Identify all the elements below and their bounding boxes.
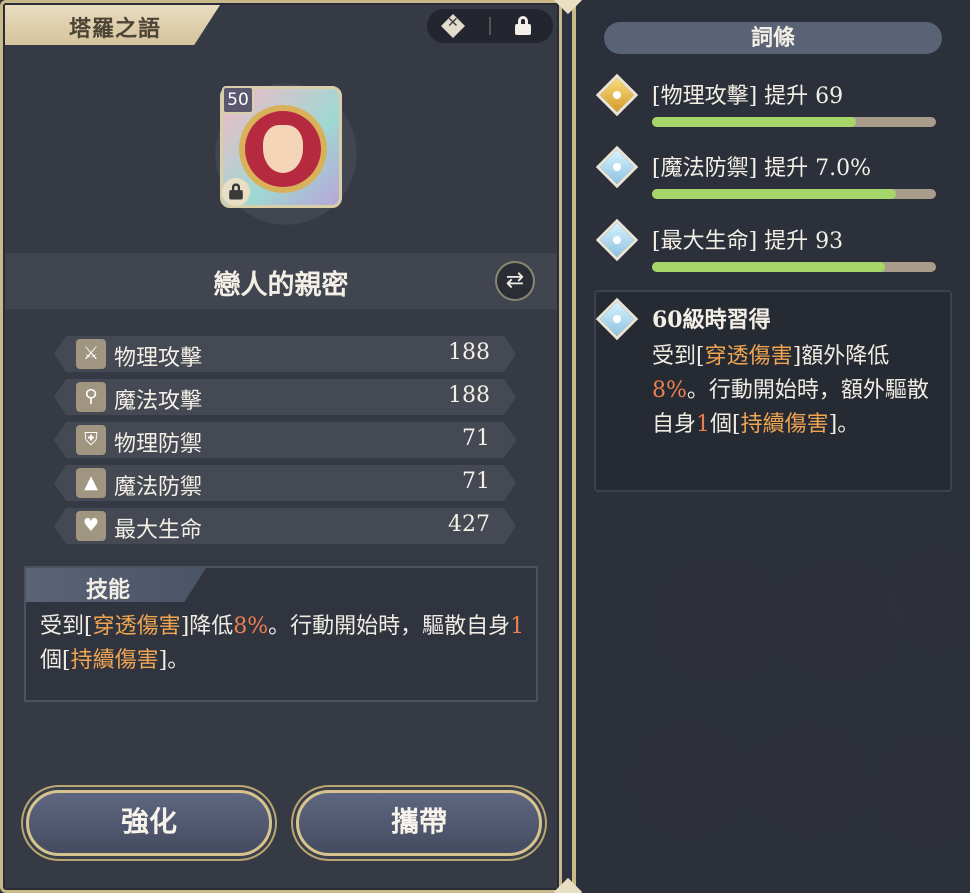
sword-icon: ⚔ bbox=[76, 339, 106, 369]
stat-value: 188 bbox=[448, 383, 490, 408]
panel-title: 塔羅之語 bbox=[69, 16, 162, 42]
stat-label: 魔法防禦 bbox=[114, 475, 203, 500]
discard-icon[interactable] bbox=[441, 14, 465, 38]
panel-title-tab: 塔羅之語 bbox=[5, 5, 220, 45]
wand-icon: ⚲ bbox=[76, 382, 106, 412]
heart-icon: ♥ bbox=[76, 511, 106, 541]
item-name: 戀人的親密 bbox=[213, 270, 349, 301]
level-badge: 50 bbox=[222, 86, 254, 114]
stat-row: ⛨ 物理防禦 71 bbox=[54, 422, 516, 458]
wizard-hat-icon: ▲ bbox=[76, 468, 106, 498]
text: ]。 bbox=[158, 648, 190, 673]
skill-box: 技能 受到[穿透傷害]降低8%。行動開始時，驅散自身1 個[持續傷害]。 bbox=[24, 566, 538, 702]
stat-label: 魔法攻擊 bbox=[114, 389, 203, 414]
lovers-art bbox=[245, 111, 321, 187]
value-count: 1 bbox=[696, 412, 711, 437]
swap-icon[interactable]: ⇄ bbox=[495, 261, 535, 301]
text: 受到[ bbox=[652, 344, 705, 369]
stat-row: ▲ 魔法防禦 71 bbox=[54, 465, 516, 501]
item-name-band: 戀人的親密 ⇄ bbox=[5, 253, 557, 309]
value-count: 1 bbox=[510, 614, 525, 639]
stat-label: 物理攻擊 bbox=[114, 346, 203, 371]
text: 。行動開始時，驅散自身 bbox=[268, 614, 511, 639]
skill-header-label: 技能 bbox=[86, 577, 131, 603]
stat-row: ⚔ 物理攻擊 188 bbox=[54, 336, 516, 372]
equip-button[interactable]: 攜帶 bbox=[296, 790, 542, 856]
text: 個[ bbox=[710, 412, 741, 437]
skill-description: 受到[穿透傷害]降低8%。行動開始時，驅散自身1 個[持續傷害]。 bbox=[40, 610, 528, 678]
top-icon-bar bbox=[427, 9, 553, 43]
stat-value: 427 bbox=[448, 512, 490, 537]
shield-icon: ⛨ bbox=[76, 425, 106, 455]
keyword-penetration-damage: 穿透傷害 bbox=[704, 344, 793, 369]
divider bbox=[489, 17, 491, 35]
value-percent: 8% bbox=[652, 378, 687, 403]
keyword-penetration-damage: 穿透傷害 bbox=[92, 614, 181, 639]
lock-icon bbox=[229, 183, 243, 200]
text: ]額外降低 bbox=[792, 344, 890, 369]
stat-value: 71 bbox=[462, 469, 490, 494]
affix-text: [魔法防禦] 提升 7.0% bbox=[652, 156, 872, 181]
stat-value: 71 bbox=[462, 426, 490, 451]
affix-progress-fill bbox=[652, 117, 857, 127]
affix-header: 詞條 bbox=[604, 22, 942, 54]
stat-row: ♥ 最大生命 427 bbox=[54, 508, 516, 544]
keyword-dot-damage: 持續傷害 bbox=[70, 648, 159, 673]
affix-progress-fill bbox=[652, 189, 897, 199]
affix-text: [最大生命] 提升 93 bbox=[652, 229, 844, 254]
stat-label: 物理防禦 bbox=[114, 432, 203, 457]
text: ]降低 bbox=[180, 614, 234, 639]
text: 個[ bbox=[40, 648, 71, 673]
text: 受到[ bbox=[40, 614, 93, 639]
stat-label: 最大生命 bbox=[114, 518, 203, 543]
skill-header: 技能 bbox=[26, 568, 206, 602]
lock-icon[interactable] bbox=[515, 16, 531, 35]
enhance-button[interactable]: 強化 bbox=[26, 790, 272, 856]
unlock-description: 受到[穿透傷害]額外降低8%。行動開始時，額外驅散自身1個[持續傷害]。 bbox=[652, 340, 936, 442]
stat-row: ⚲ 魔法攻擊 188 bbox=[54, 379, 516, 415]
value-percent: 8% bbox=[233, 614, 269, 639]
stat-value: 188 bbox=[448, 340, 490, 365]
unlock-title: 60級時習得 bbox=[652, 307, 771, 333]
keyword-dot-damage: 持續傷害 bbox=[740, 412, 829, 437]
affix-progress-track bbox=[652, 189, 936, 199]
affix-text: [物理攻擊] 提升 69 bbox=[652, 84, 844, 109]
text: ]。 bbox=[828, 412, 860, 437]
card-lock-badge bbox=[222, 178, 250, 206]
affix-progress-track bbox=[652, 117, 936, 127]
affix-progress-fill bbox=[652, 262, 885, 272]
affix-progress-track bbox=[652, 262, 936, 272]
